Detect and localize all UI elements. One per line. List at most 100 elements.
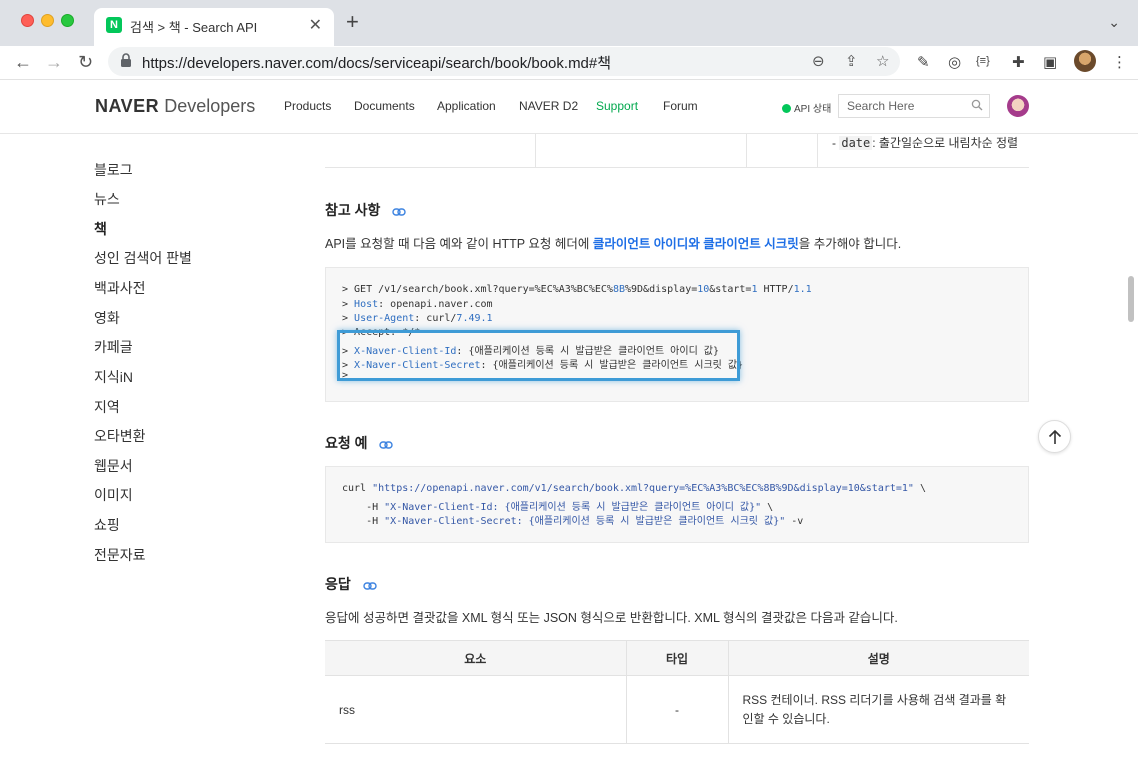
- sidebar-item-web[interactable]: 웹문서: [94, 456, 133, 476]
- reference-text: API를 요청할 때 다음 예와 같이 HTTP 요청 헤더에: [325, 237, 593, 251]
- sidebar-item-book[interactable]: 책: [94, 219, 107, 239]
- client-secret-link[interactable]: 클라이언트 시크릿: [703, 237, 798, 251]
- table-divider: [817, 134, 818, 168]
- status-check-icon: [782, 104, 791, 113]
- sidebar-item-blog[interactable]: 블로그: [94, 160, 133, 180]
- search-icon[interactable]: [971, 99, 983, 111]
- response-heading: 응답: [325, 574, 377, 594]
- link-anchor-icon[interactable]: [362, 581, 377, 591]
- browser-tab-active[interactable]: N 검색 > 책 - Search API ✕: [94, 8, 334, 46]
- code-line: curl "https://openapi.naver.com/v1/searc…: [342, 483, 927, 494]
- nav-naver-d2[interactable]: NAVER D2: [519, 99, 578, 113]
- arrow-up-icon: [1048, 429, 1062, 444]
- forward-button[interactable]: →: [45, 50, 63, 74]
- scroll-to-top-button[interactable]: [1038, 420, 1071, 453]
- address-bar[interactable]: https://developers.naver.com/docs/servic…: [108, 47, 900, 76]
- response-heading-text: 응답: [325, 576, 351, 592]
- example-heading: 요청 예: [325, 433, 394, 453]
- user-avatar[interactable]: [1007, 95, 1029, 117]
- tab-close-icon[interactable]: ✕: [309, 15, 322, 35]
- reference-heading: 참고 사항: [325, 200, 407, 220]
- nav-documents[interactable]: Documents: [354, 99, 415, 113]
- sidebar-item-image[interactable]: 이미지: [94, 485, 133, 505]
- nav-support[interactable]: Support: [596, 99, 638, 113]
- reference-text-mid: 와: [688, 237, 704, 251]
- tab-title: 검색 > 책 - Search API: [130, 20, 258, 35]
- cell-element: rss: [325, 675, 626, 744]
- sidebar-item-kin[interactable]: 지식iN: [94, 367, 133, 387]
- zoom-icon[interactable]: ⊖: [812, 52, 825, 70]
- browser-tab-bar: N 검색 > 책 - Search API ✕ + ⌄: [0, 0, 1138, 46]
- sidebar-item-movie[interactable]: 영화: [94, 308, 120, 328]
- json-extension-icon[interactable]: {≡}: [976, 55, 990, 67]
- highlight-annotation: [337, 330, 740, 381]
- code-line: > Host: openapi.naver.com: [342, 299, 493, 310]
- url-text[interactable]: https://developers.naver.com/docs/servic…: [142, 52, 611, 73]
- request-example-code-block: curl "https://openapi.naver.com/v1/searc…: [325, 466, 1029, 543]
- site-header: NAVER Developers Products Documents Appl…: [0, 80, 1138, 134]
- reload-button[interactable]: ↻: [78, 50, 93, 74]
- date-code: date: [839, 136, 873, 150]
- client-id-link[interactable]: 클라이언트 아이디: [593, 237, 688, 251]
- maximize-window-button[interactable]: [61, 14, 74, 27]
- browser-profile-avatar[interactable]: [1074, 50, 1096, 72]
- sidebar-item-news[interactable]: 뉴스: [94, 189, 120, 209]
- puzzle-extensions-icon[interactable]: ✚: [1012, 53, 1025, 71]
- site-search: [838, 94, 990, 118]
- nav-forum[interactable]: Forum: [663, 99, 698, 113]
- sidebar-item-encyclopedia[interactable]: 백과사전: [94, 278, 146, 298]
- sync-extension-icon[interactable]: ◎: [948, 53, 961, 71]
- code-line: > GET /v1/search/book.xml?query=%EC%A3%B…: [342, 284, 812, 295]
- code-line: > User-Agent: curl/7.49.1: [342, 313, 493, 324]
- logo-naver-text: NAVER: [95, 96, 160, 116]
- eyedropper-extension-icon[interactable]: ✎: [917, 53, 930, 71]
- logo-developers-text: Developers: [164, 96, 256, 116]
- search-input[interactable]: [839, 95, 959, 117]
- response-paragraph: 응답에 성공하면 결괏값을 XML 형식 또는 JSON 형식으로 반환합니다.…: [325, 611, 898, 625]
- sidebar-item-doc[interactable]: 전문자료: [94, 545, 146, 565]
- table-header-row: 요소 타입 설명: [325, 640, 1029, 676]
- reference-paragraph: API를 요청할 때 다음 예와 같이 HTTP 요청 헤더에 클라이언트 아이…: [325, 233, 901, 252]
- browser-menu-icon[interactable]: ⋮: [1112, 53, 1127, 71]
- list-dash: -: [832, 136, 836, 150]
- nav-application[interactable]: Application: [437, 99, 496, 113]
- link-anchor-icon[interactable]: [392, 207, 407, 217]
- sort-option-desc: : 출간일순으로 내림차순 정렬: [872, 136, 1019, 150]
- table-divider: [746, 134, 747, 168]
- sidebar-item-cafe[interactable]: 카페글: [94, 337, 133, 357]
- response-table: 요소 타입 설명 rss - RSS 컨테이너. RSS 리더기를 사용해 검색…: [325, 640, 1029, 744]
- minimize-window-button[interactable]: [41, 14, 54, 27]
- lock-icon: [121, 53, 131, 67]
- tab-search-chevron-icon[interactable]: ⌄: [1108, 14, 1120, 31]
- reference-heading-text: 참고 사항: [325, 202, 381, 218]
- table-divider: [325, 167, 1029, 168]
- reference-text-end: 을 추가해야 합니다.: [798, 237, 902, 251]
- code-line: -H "X-Naver-Client-Id: {애플리케이션 등록 시 발급받은…: [342, 502, 774, 513]
- sort-option-date: - date: 출간일순으로 내림차순 정렬: [832, 134, 1018, 151]
- code-line: -H "X-Naver-Client-Secret: {애플리케이션 등록 시 …: [342, 516, 804, 527]
- table-row: rss - RSS 컨테이너. RSS 리더기를 사용해 검색 결과를 확인할 …: [325, 675, 1029, 744]
- column-header-element: 요소: [325, 640, 626, 676]
- bookmark-star-icon[interactable]: ☆: [876, 52, 889, 70]
- page-scrollbar[interactable]: [1128, 276, 1134, 322]
- browser-toolbar: ← → ↻ https://developers.naver.com/docs/…: [0, 46, 1138, 80]
- link-anchor-icon[interactable]: [379, 440, 394, 450]
- column-header-description: 설명: [727, 640, 1029, 676]
- api-status-link[interactable]: API 상태: [782, 100, 831, 115]
- close-window-button[interactable]: [21, 14, 34, 27]
- sidebar-item-local[interactable]: 지역: [94, 397, 120, 417]
- example-heading-text: 요청 예: [325, 435, 368, 451]
- new-tab-button[interactable]: +: [346, 11, 359, 33]
- back-button[interactable]: ←: [14, 50, 32, 74]
- sidebar-item-adult-filter[interactable]: 성인 검색어 판별: [94, 248, 192, 268]
- sidebar-item-errata[interactable]: 오타변환: [94, 426, 146, 446]
- share-icon[interactable]: ⇪: [845, 52, 858, 70]
- column-header-type: 타입: [625, 640, 728, 676]
- naver-favicon-icon: N: [106, 17, 122, 33]
- naver-developers-logo[interactable]: NAVER Developers: [95, 96, 255, 117]
- cell-type: -: [625, 675, 728, 744]
- sidebar-item-shopping[interactable]: 쇼핑: [94, 515, 120, 535]
- nav-products[interactable]: Products: [284, 99, 331, 113]
- side-panel-icon[interactable]: ▣: [1043, 53, 1057, 71]
- parameter-table-tail: - date: 출간일순으로 내림차순 정렬: [325, 134, 1029, 168]
